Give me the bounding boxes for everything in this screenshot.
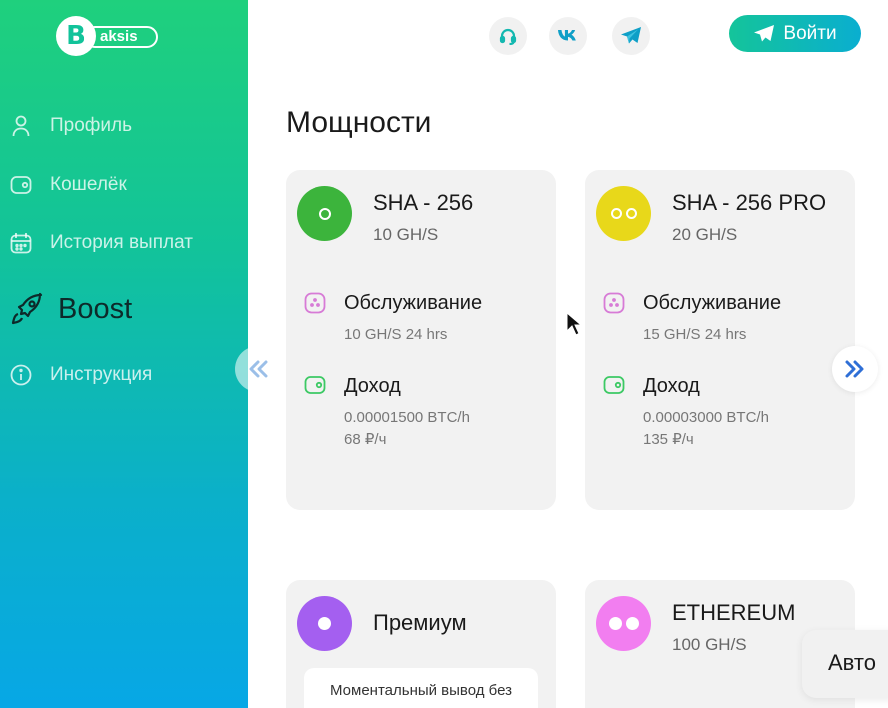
sidebar-item-label: Профиль xyxy=(50,115,133,136)
sidebar-item-label: Boost xyxy=(58,292,133,325)
vk-icon[interactable] xyxy=(549,17,587,55)
mouse-cursor-icon xyxy=(566,312,582,336)
telegram-send-icon xyxy=(754,24,775,41)
login-button[interactable]: Войти xyxy=(729,15,861,52)
card-speed: 20 GH/S xyxy=(672,225,738,244)
card-speed: 100 GH/S xyxy=(672,635,747,654)
plan-badge-icon xyxy=(297,596,352,651)
income-wallet-icon xyxy=(304,375,326,397)
service-label: Обслуживание xyxy=(344,292,483,314)
rocket-icon xyxy=(10,292,44,326)
card-title: Премиум xyxy=(373,610,467,635)
wallet-icon xyxy=(10,174,32,196)
service-value: 15 GH/S 24 hrs xyxy=(643,326,747,343)
income-rub: 68 ₽/ч xyxy=(344,431,387,448)
sidebar-item-wallet[interactable]: Кошелёк xyxy=(10,174,127,196)
service-icon xyxy=(603,292,625,314)
power-card-premium[interactable]: Премиум Моментальный вывод без комиссии xyxy=(286,580,556,708)
power-card-sha256[interactable]: SHA - 256 10 GH/S Обслуживание 10 GH/S 2… xyxy=(286,170,556,510)
sidebar-item-label: Инструкция xyxy=(50,364,153,385)
card-title: SHA - 256 xyxy=(373,190,474,215)
user-icon xyxy=(10,115,32,137)
carousel-prev-button[interactable] xyxy=(235,346,281,392)
sidebar-item-payout-history[interactable]: История выплат xyxy=(10,232,193,254)
double-chevron-left-icon xyxy=(249,360,268,378)
double-chevron-right-icon xyxy=(845,360,864,378)
sidebar-item-instructions[interactable]: Инструкция xyxy=(10,364,152,386)
sidebar-item-label: Кошелёк xyxy=(50,174,127,195)
login-label: Войти xyxy=(783,22,837,44)
auto-badge[interactable]: Авто xyxy=(802,630,888,698)
plan-badge-icon xyxy=(596,186,651,241)
income-wallet-icon xyxy=(603,375,625,397)
plan-badge-icon xyxy=(596,596,651,651)
sidebar: B aksis Профиль Кошелёк История выплат B… xyxy=(0,0,248,708)
income-btc: 0.00003000 BTC/h xyxy=(643,409,769,426)
brand-name: aksis xyxy=(84,26,158,48)
page-title: Мощности xyxy=(286,106,432,139)
brand-logo[interactable]: B aksis xyxy=(56,16,160,56)
info-icon xyxy=(10,364,32,386)
calendar-icon xyxy=(10,232,32,254)
plan-badge-icon xyxy=(297,186,352,241)
carousel-next-button[interactable] xyxy=(832,346,878,392)
income-label: Доход xyxy=(344,375,401,397)
card-title: SHA - 256 PRO xyxy=(672,190,827,215)
card-speed: 10 GH/S xyxy=(373,225,439,244)
sidebar-item-label: История выплат xyxy=(50,232,193,253)
support-headset-icon[interactable] xyxy=(489,17,527,55)
income-label: Доход xyxy=(643,375,700,397)
telegram-icon[interactable] xyxy=(612,17,650,55)
service-icon xyxy=(304,292,326,314)
sidebar-item-profile[interactable]: Профиль xyxy=(10,115,132,137)
card-title: ETHEREUM xyxy=(672,600,796,625)
income-btc: 0.00001500 BTC/h xyxy=(344,409,470,426)
service-label: Обслуживание xyxy=(643,292,782,314)
power-card-sha256-pro[interactable]: SHA - 256 PRO 20 GH/S Обслуживание 15 GH… xyxy=(585,170,855,510)
sidebar-item-boost[interactable]: Boost xyxy=(10,292,132,326)
income-rub: 135 ₽/ч xyxy=(643,431,694,448)
card-note: Моментальный вывод без комиссии xyxy=(304,668,538,708)
service-value: 10 GH/S 24 hrs xyxy=(344,326,448,343)
